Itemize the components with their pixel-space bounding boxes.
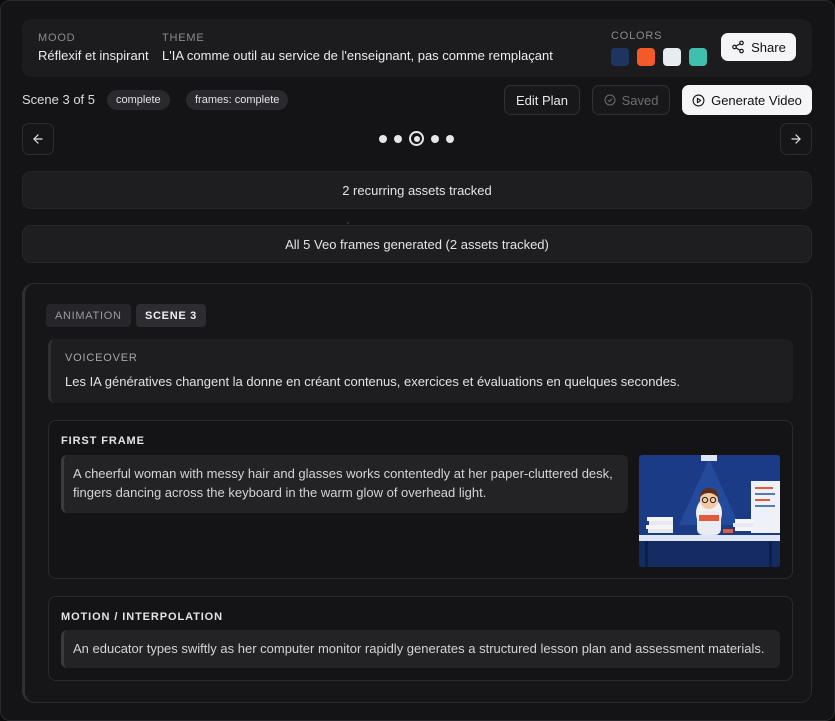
color-swatch (689, 48, 707, 66)
generate-video-label: Generate Video (711, 92, 802, 108)
edit-plan-button[interactable]: Edit Plan (504, 85, 580, 115)
colors-block: COLORS (611, 30, 707, 66)
scene-pager (379, 131, 454, 146)
voiceover-text: Les IA génératives changent la donne en … (65, 374, 681, 389)
scene-plan-header: MOOD Réflexif et inspirant THEME L'IA co… (22, 19, 812, 77)
motion-section: MOTION / INTERPOLATION An educator types… (48, 596, 793, 681)
colors-label: COLORS (611, 30, 663, 42)
color-swatches (611, 48, 707, 66)
first-frame-section: FIRST FRAME A cheerful woman with messy … (48, 420, 793, 579)
scene-counter: Scene 3 of 5 (22, 92, 95, 107)
pager-dot-3-active[interactable] (409, 131, 424, 146)
generate-video-button[interactable]: Generate Video (682, 85, 812, 115)
mood-value: Réflexif et inspirant (38, 48, 149, 63)
pager-dot-4[interactable] (431, 134, 439, 143)
recurring-assets-bar[interactable]: 2 recurring assets tracked (22, 171, 812, 209)
mood-block: MOOD Réflexif et inspirant (38, 32, 149, 63)
color-swatch (611, 48, 629, 66)
arrow-left-icon (33, 134, 43, 144)
app-frame: MOOD Réflexif et inspirant THEME L'IA co… (0, 0, 835, 721)
pager-dot-5[interactable] (446, 134, 454, 143)
recurring-assets-text: 2 recurring assets tracked (342, 182, 492, 198)
voiceover-label: VOICEOVER (65, 352, 138, 364)
first-frame-prompt: A cheerful woman with messy hair and gla… (61, 455, 628, 513)
color-swatch (637, 48, 655, 66)
frames-generated-text: All 5 Veo frames generated (2 assets tra… (285, 236, 549, 252)
background-speck (347, 222, 349, 224)
mood-label: MOOD (38, 32, 76, 44)
theme-block: THEME L'IA comme outil au service de l'e… (162, 32, 553, 63)
pager-dot-2[interactable] (394, 134, 402, 143)
next-scene-button[interactable] (780, 123, 812, 155)
saved-button[interactable]: Saved (592, 85, 670, 115)
first-frame-label: FIRST FRAME (61, 435, 145, 447)
scene-type-tag: ANIMATION (46, 304, 131, 327)
edit-plan-label: Edit Plan (515, 92, 569, 108)
previous-scene-button[interactable] (22, 123, 54, 155)
frames-status-badge: frames: complete (186, 90, 289, 110)
pager-dot-1[interactable] (379, 134, 387, 143)
share-label: Share (751, 39, 786, 55)
illustration-image (639, 455, 780, 567)
first-frame-thumbnail[interactable] (639, 455, 780, 567)
share-icon (732, 40, 744, 54)
theme-value: L'IA comme outil au service de l'enseign… (162, 48, 553, 63)
theme-label: THEME (162, 32, 205, 44)
play-circle-icon (692, 94, 705, 106)
status-badge: complete (107, 90, 170, 110)
color-swatch (663, 48, 681, 66)
share-button[interactable]: Share (721, 33, 796, 61)
saved-label: Saved (621, 92, 659, 108)
motion-prompt: An educator types swiftly as her compute… (61, 630, 780, 668)
arrow-right-icon (791, 134, 801, 144)
scene-card: ANIMATION SCENE 3 VOICEOVER Les IA génér… (22, 283, 812, 703)
check-circle-icon (604, 94, 616, 106)
scene-number-tag: SCENE 3 (136, 304, 206, 327)
motion-label: MOTION / INTERPOLATION (61, 611, 223, 623)
frames-generated-bar[interactable]: All 5 Veo frames generated (2 assets tra… (22, 225, 812, 263)
voiceover-block: VOICEOVER Les IA génératives changent la… (48, 339, 793, 403)
